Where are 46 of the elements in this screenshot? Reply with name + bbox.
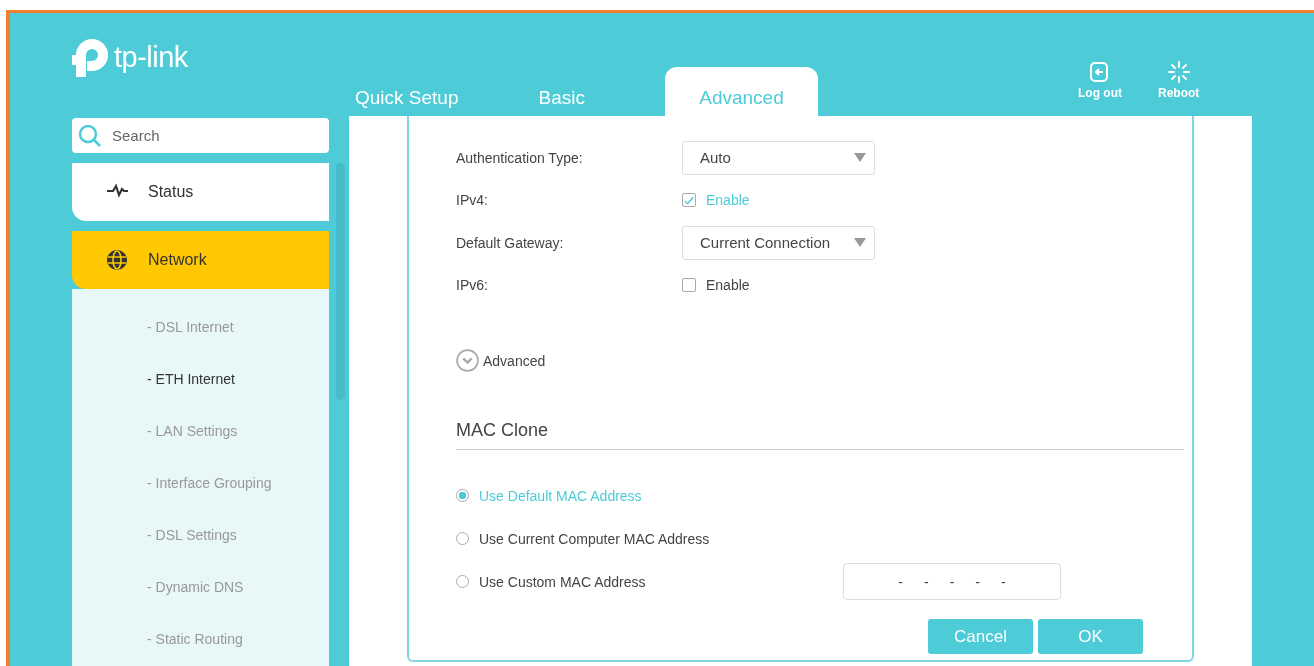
submenu-item[interactable]: - LAN Settings	[147, 423, 238, 440]
logout-icon	[1089, 61, 1111, 83]
advanced-toggle[interactable]: Advanced	[456, 349, 546, 372]
section-title: MAC Clone	[456, 420, 1184, 450]
field-label: Default Gateway:	[456, 234, 565, 251]
checkbox[interactable]	[682, 193, 696, 207]
checkbox[interactable]	[682, 278, 696, 292]
submenu-item[interactable]: - DSL Internet	[147, 319, 234, 336]
reboot-button[interactable]: Reboot	[1158, 61, 1200, 100]
radio-option[interactable]: Use Custom MAC Address	[456, 573, 843, 590]
dialog-button[interactable]: Cancel	[928, 619, 1033, 654]
nav-tab[interactable]: Quick Setup	[355, 67, 459, 116]
field-label: Authentication Type:	[456, 149, 584, 166]
radio-button[interactable]	[456, 532, 469, 545]
field-label: IPv6:	[456, 277, 489, 293]
checkmark-icon	[684, 195, 694, 205]
search-icon	[78, 124, 102, 148]
network-icon	[106, 249, 128, 271]
caret-icon	[854, 153, 866, 162]
submenu-item[interactable]: - Static Routing	[147, 631, 243, 648]
submenu-item[interactable]: - Dynamic DNS	[147, 579, 244, 596]
submenu-item[interactable]: - ETH Internet	[147, 371, 235, 388]
mac-address-field[interactable]: - - - - -	[843, 563, 1061, 600]
sidebar-item[interactable]: Status	[72, 163, 329, 221]
checkbox-label: Enable	[706, 277, 750, 293]
nav-tab[interactable]: Advanced	[664, 67, 818, 116]
radio-option[interactable]: Use Current Computer MAC Address	[456, 530, 843, 547]
caret-icon	[854, 238, 866, 247]
radio-option[interactable]: Use Default MAC Address	[456, 487, 843, 504]
dropdown[interactable]: Auto	[682, 140, 875, 175]
search-field[interactable]: Search	[72, 118, 329, 153]
radio-button[interactable]	[456, 575, 469, 588]
submenu-item[interactable]: - Interface Grouping	[147, 475, 272, 492]
spinner-icon	[1167, 61, 1190, 83]
dropdown[interactable]: Current Connection	[682, 225, 875, 260]
field-label: IPv4:	[456, 192, 489, 208]
sidebar-item[interactable]: Network	[72, 231, 329, 289]
logo-text: tp-link	[114, 40, 188, 74]
submenu-item[interactable]: - DSL Settings	[147, 527, 237, 544]
logout-button[interactable]: Log out	[1078, 61, 1122, 100]
dialog-button[interactable]: OK	[1038, 619, 1143, 654]
checkbox-label: Enable	[706, 192, 750, 208]
radio-button[interactable]	[456, 489, 469, 502]
chevron-icon	[456, 349, 479, 372]
logo-icon	[72, 37, 110, 77]
nav-tab[interactable]: Basic	[538, 67, 585, 116]
